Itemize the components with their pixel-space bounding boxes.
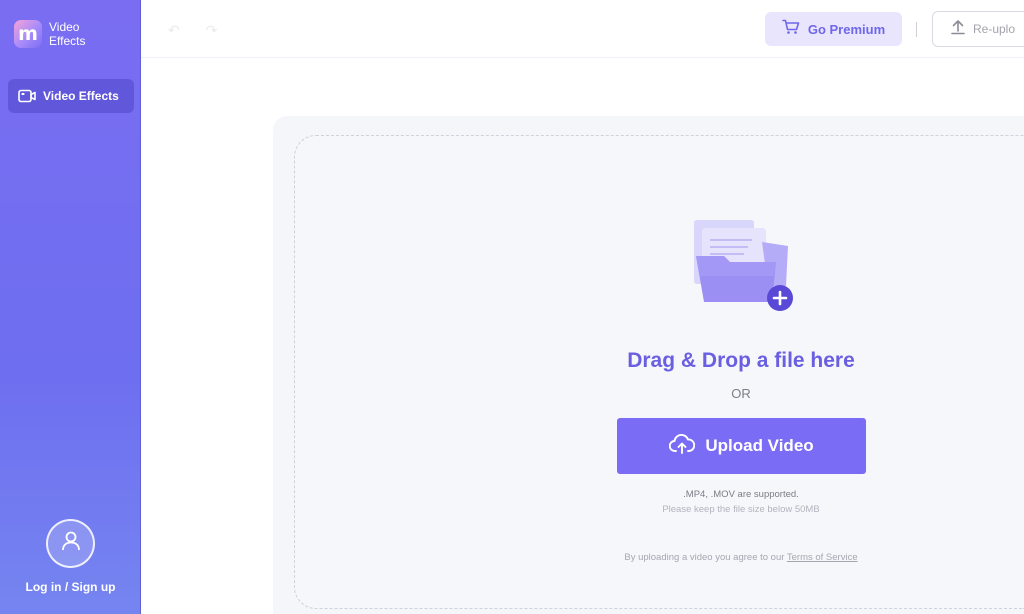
upload-video-button[interactable]: Upload Video [617,418,866,474]
redo-icon[interactable]: ↷ [206,22,218,39]
folder-upload-icon [688,216,798,321]
upload-arrow-icon [951,19,965,40]
go-premium-button[interactable]: Go Premium [765,12,902,46]
brand-logo-icon: m [14,20,42,48]
terms-prefix: By uploading a video you agree to our [624,552,785,563]
or-separator: OR [731,386,751,401]
undo-icon[interactable]: ↶ [168,22,180,39]
cloud-upload-icon [669,433,696,459]
toolbar-divider [916,22,917,37]
login-signup-link[interactable]: Log in / Sign up [0,580,141,594]
dropzone-headline: Drag & Drop a file here [627,349,855,372]
cart-icon [782,19,800,40]
go-premium-label: Go Premium [807,21,886,37]
brand[interactable]: m Video Effects [14,20,109,48]
re-upload-button[interactable]: Re-uplo [932,11,1024,47]
supported-formats-note: .MP4, .MOV are supported. [683,489,799,500]
upload-video-label: Upload Video [705,436,814,455]
sidebar-item-label: Video Effects [43,89,119,103]
user-icon [60,530,82,557]
sidebar-item-video-effects[interactable]: Video Effects [8,79,134,113]
sidebar: m Video Effects Video Effects Log in / S… [0,0,141,614]
undo-redo-controls: ↶ ↷ [168,22,217,39]
brand-name: Video Effects [49,20,86,48]
file-size-note: Please keep the file size below 50MB [662,504,820,515]
terms-notice: By uploading a video you agree to our Te… [560,552,922,563]
re-upload-label: Re-uplo [973,22,1016,36]
terms-of-service-link[interactable]: Terms of Service [787,552,858,563]
avatar[interactable] [46,519,95,568]
video-camera-icon [18,89,36,103]
